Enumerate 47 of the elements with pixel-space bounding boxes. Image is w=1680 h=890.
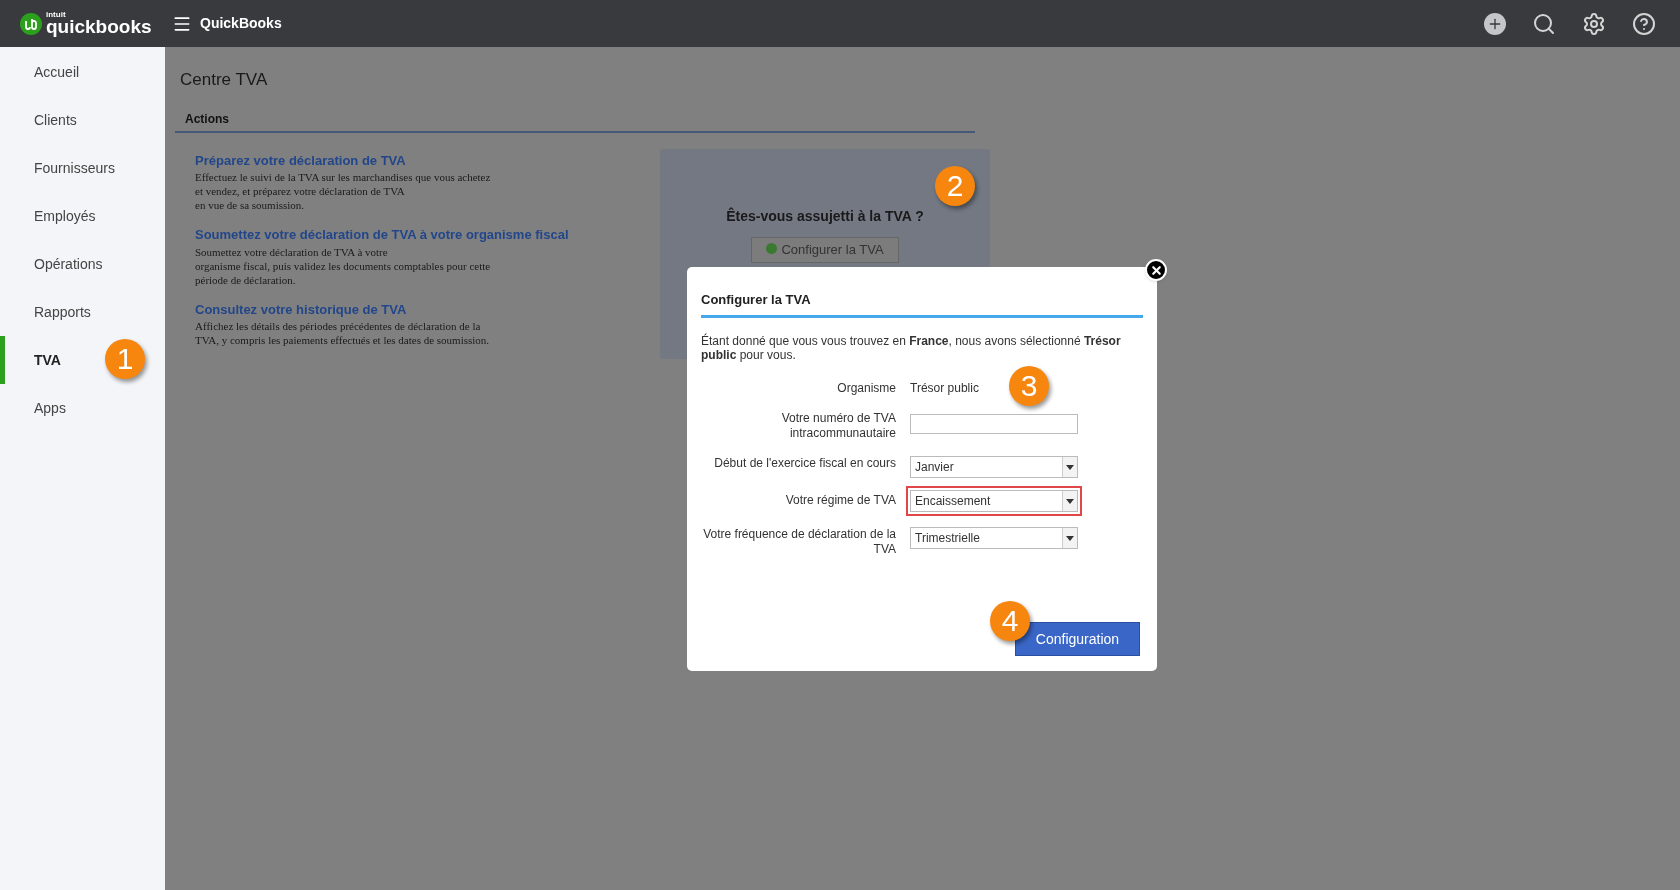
action-description: Soumettez votre déclaration de TVA à votre [195, 244, 389, 259]
input-field[interactable] [910, 414, 1078, 434]
action-description: organisme fiscal, puis validez les documents comptables pour cette [195, 258, 492, 273]
caret-icon [1066, 535, 1074, 541]
card-question: Êtes-vous assujetti à la TVA ? [726, 206, 924, 226]
action-description: période de déclaration. [195, 272, 297, 287]
page-title: Centre TVA [180, 69, 269, 91]
sidebar-item[interactable]: Employés [0, 192, 165, 240]
help-icon[interactable] [1632, 11, 1656, 36]
dropdown[interactable]: Trimestrielle [910, 527, 1078, 549]
action-description: TVA, y compris les paiements effectués et les dates de soumission. [195, 333, 491, 347]
sidebar-item[interactable]: Opérations [0, 240, 165, 288]
sidebar-item[interactable]: Fournisseurs [0, 144, 165, 192]
step-number-badge: 3 [1009, 366, 1049, 406]
add-button[interactable] [1484, 12, 1506, 35]
action-description: en vue de sa soumission. [195, 198, 306, 212]
sidebar-item[interactable]: Accueil [0, 48, 165, 96]
field-label: Organisme [836, 380, 896, 396]
logo-text: quickbooks [46, 17, 152, 36]
search-icon[interactable] [1532, 11, 1556, 36]
sidebar-item[interactable]: Clients [0, 96, 165, 144]
caret-icon [1066, 464, 1074, 470]
field-label: Début de l'exercice fiscal en cours [713, 455, 896, 471]
dialog-title: Configurer la TVA [701, 292, 811, 307]
action-description: Affichez les détails des périodes précédentes de déclaration de la [195, 319, 482, 333]
close-button[interactable] [1145, 259, 1167, 281]
sidebar-item[interactable]: Apps [0, 384, 165, 432]
step-number-badge: 2 [935, 165, 975, 206]
dropdown[interactable]: Janvier [910, 456, 1078, 478]
action-description: et vendez, et préparez votre déclaration de TVA [195, 184, 406, 198]
dropdown[interactable]: Encaissement [910, 490, 1078, 512]
step-number-badge: 1 [105, 339, 145, 379]
field-label: Votre numéro de TVA intracommunautaire [780, 410, 896, 441]
section-header: Actions [184, 110, 230, 128]
logo-caption: intuit [46, 11, 67, 19]
field-label: Votre fréquence de déclaration de la TVA [702, 526, 896, 557]
company-name: QuickBooks [200, 14, 282, 33]
close-icon [1149, 263, 1163, 277]
field-value: Trésor public [910, 381, 979, 396]
caret-icon [1066, 498, 1074, 504]
step-number-badge: 4 [990, 601, 1030, 641]
settings-icon[interactable] [1582, 11, 1606, 36]
sidebar-item[interactable]: Rapports [0, 288, 165, 336]
logo-icon [20, 12, 42, 35]
action-description: Effectuez le suivi de la TVA sur les marchandises que vous achetez [195, 170, 492, 184]
field-label: Votre régime de TVA [784, 492, 896, 508]
dialog-intro: Étant donné que vous vous trouvez en France, nous avons sélectionné Trésor public pour vous. [701, 334, 1122, 362]
